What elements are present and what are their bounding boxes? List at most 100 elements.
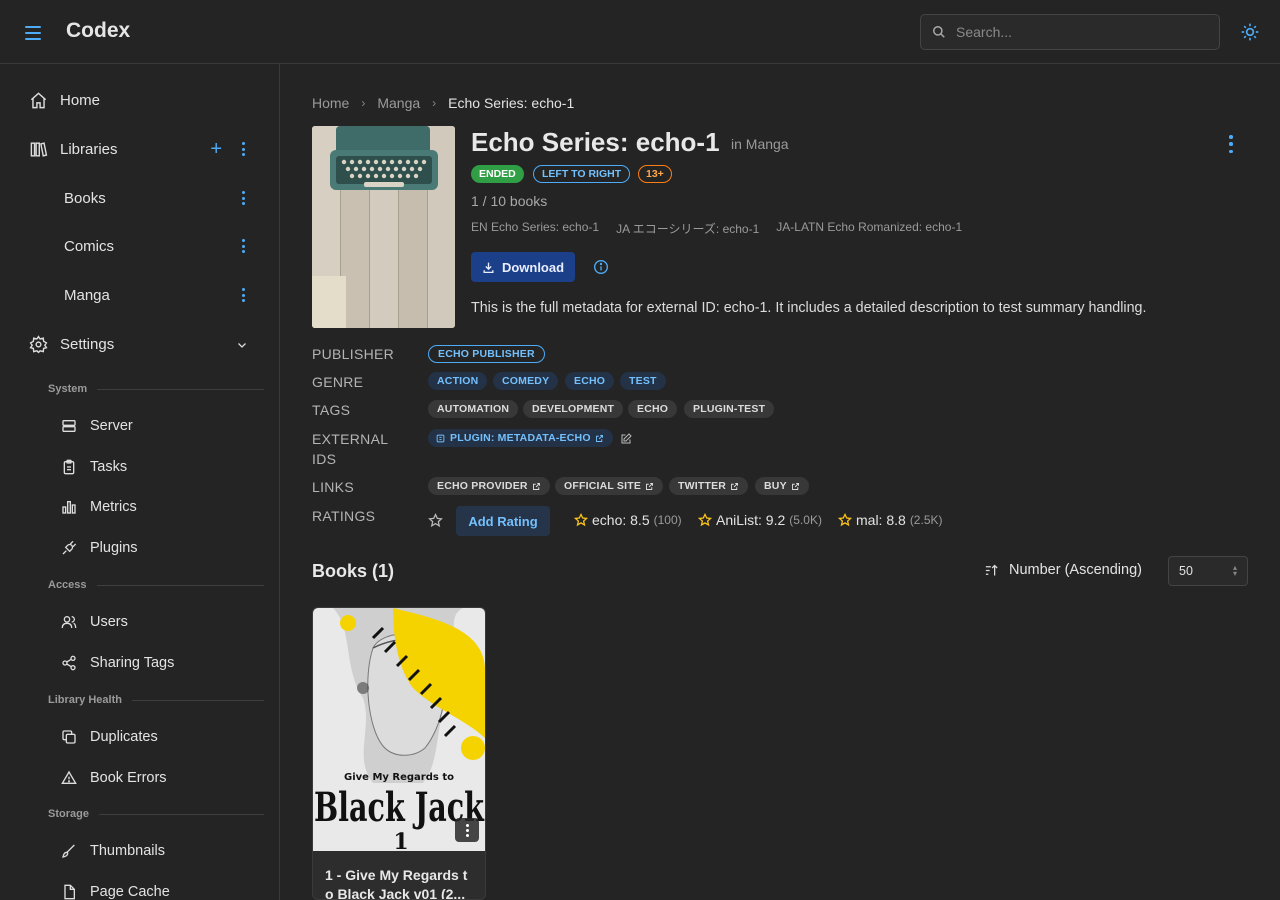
download-button[interactable]: Download [471, 252, 575, 282]
edit-icon[interactable] [620, 432, 632, 448]
gear-icon [28, 334, 48, 354]
publisher-chip[interactable]: ECHO PUBLISHER [428, 345, 545, 363]
series-summary: This is the full metadata for external I… [471, 300, 1147, 316]
breadcrumb-home[interactable]: Home [312, 95, 349, 111]
link-chip[interactable]: BUY [755, 477, 809, 495]
search-box[interactable] [920, 14, 1220, 50]
star-icon[interactable] [428, 513, 443, 531]
sidebar-item-label: Sharing Tags [90, 655, 175, 671]
sidebar-item-comics[interactable]: Comics [48, 226, 264, 266]
series-library[interactable]: in Manga [731, 136, 789, 152]
tag-chip[interactable]: AUTOMATION [428, 400, 519, 418]
series-cover [312, 126, 455, 328]
sort-button[interactable]: Number (Ascending) [984, 562, 1142, 578]
sidebar-item-label: Thumbnails [90, 843, 165, 859]
per-page-select[interactable]: 50 ▴ ▾ [1168, 556, 1248, 586]
section-library-health: Library Health [48, 692, 264, 708]
section-storage: Storage [48, 806, 264, 822]
external-link-icon [731, 482, 739, 490]
external-id-chip[interactable]: PLUGIN: METADATA-ECHO [428, 429, 613, 447]
library-menu-icon[interactable] [236, 191, 250, 205]
book-menu-icon[interactable] [455, 818, 479, 842]
sidebar-item-settings[interactable]: Settings [16, 324, 264, 364]
info-icon[interactable] [593, 259, 609, 278]
sidebar-item-users[interactable]: Users [48, 604, 264, 640]
clipboard-icon [60, 458, 78, 476]
links-label: LINKS [312, 479, 354, 495]
alt-title: JA-LATN Echo Romanized: echo-1 [776, 220, 963, 234]
library-menu-icon[interactable] [236, 239, 250, 253]
book-title: 1 - Give My Regards to Black Jack v01 (2… [325, 867, 468, 900]
ratings-label: RATINGS [312, 508, 376, 524]
sidebar-item-label: Libraries [60, 140, 118, 158]
book-cover: Give My Regards to Black Jack 1 [313, 608, 485, 855]
book-card[interactable]: Give My Regards to Black Jack 1 1 - Give… [312, 607, 486, 900]
copy-icon [60, 728, 78, 746]
sidebar-item-libraries[interactable]: Libraries + [16, 129, 264, 169]
sidebar-item-label: Settings [60, 335, 115, 353]
app-header: Codex [0, 0, 1280, 64]
svg-text:Give My Regards to: Give My Regards to [344, 772, 454, 783]
library-menu-icon[interactable] [236, 288, 250, 302]
star-icon [698, 513, 712, 527]
add-library-icon[interactable]: + [210, 139, 222, 159]
sidebar-item-label: Manga [64, 286, 110, 304]
share-icon [60, 654, 78, 672]
sidebar-item-thumbnails[interactable]: Thumbnails [48, 833, 264, 869]
sidebar-item-plugins[interactable]: Plugins [48, 530, 264, 566]
libraries-menu-icon[interactable] [236, 142, 250, 156]
age-rating-badge: 13+ [638, 165, 672, 183]
tag-chip[interactable]: DEVELOPMENT [523, 400, 624, 418]
sidebar-item-home[interactable]: Home [16, 80, 264, 120]
status-badge: ENDED [471, 165, 524, 183]
sidebar-item-page-cache[interactable]: Page Cache [48, 874, 264, 900]
brush-icon [60, 842, 78, 860]
plug-icon [60, 539, 78, 557]
link-chip[interactable]: ECHO PROVIDER [428, 477, 550, 495]
svg-text:1: 1 [393, 829, 408, 851]
menu-icon[interactable] [22, 22, 44, 42]
genre-chip[interactable]: COMEDY [493, 372, 559, 390]
sun-icon[interactable] [1240, 22, 1260, 42]
genre-chip[interactable]: ECHO [565, 372, 615, 390]
genre-chip[interactable]: ACTION [428, 372, 488, 390]
sidebar-item-tasks[interactable]: Tasks [48, 449, 264, 485]
tag-chip[interactable]: ECHO [628, 400, 678, 418]
link-chip[interactable]: OFFICIAL SITE [555, 477, 664, 495]
book-count: 1 / 10 books [471, 193, 548, 209]
sidebar-item-manga[interactable]: Manga [48, 275, 264, 315]
server-icon [60, 417, 78, 435]
sidebar-item-label: Duplicates [90, 729, 158, 745]
file-pdf-icon [60, 883, 78, 900]
series-menu-icon[interactable] [1224, 135, 1238, 153]
sidebar-item-books[interactable]: Books [48, 178, 264, 218]
rating-anilist: AniList: 9.2 (5.0K) [698, 512, 822, 528]
chevron-down-icon[interactable] [236, 338, 248, 355]
chevron-right-icon: › [432, 96, 437, 110]
search-icon [933, 26, 945, 38]
search-input[interactable] [956, 24, 1206, 40]
external-link-icon [791, 482, 799, 490]
star-icon [838, 513, 852, 527]
add-rating-button[interactable]: Add Rating [456, 506, 550, 536]
star-icon [574, 513, 588, 527]
genre-label: GENRE [312, 374, 364, 390]
home-icon [28, 90, 48, 110]
sidebar-item-server[interactable]: Server [48, 408, 264, 444]
tag-chip[interactable]: PLUGIN-TEST [684, 400, 775, 418]
link-chip[interactable]: TWITTER [669, 477, 749, 495]
breadcrumb-library[interactable]: Manga [377, 95, 420, 111]
sidebar-item-metrics[interactable]: Metrics [48, 489, 264, 525]
rating-echo: echo: 8.5 (100) [574, 512, 682, 528]
sidebar-item-duplicates[interactable]: Duplicates [48, 719, 264, 755]
plugin-icon [436, 434, 445, 442]
external-link-icon [646, 482, 654, 490]
sidebar-item-book-errors[interactable]: Book Errors [48, 760, 264, 796]
sidebar-item-label: Tasks [90, 459, 128, 475]
alt-title: JA エコーシリーズ: echo-1 [616, 222, 760, 236]
sidebar-item-label: Comics [64, 237, 115, 255]
sidebar-item-label: Home [60, 91, 101, 109]
breadcrumb-current: Echo Series: echo-1 [448, 95, 575, 111]
sidebar-item-sharing-tags[interactable]: Sharing Tags [48, 645, 264, 681]
genre-chip[interactable]: TEST [620, 372, 666, 390]
